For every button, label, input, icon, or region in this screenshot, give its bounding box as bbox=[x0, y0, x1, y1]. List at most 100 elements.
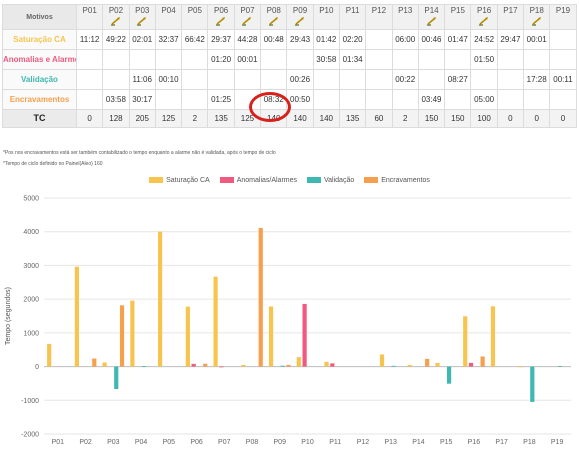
table-cell: 29:43 bbox=[286, 29, 314, 50]
table-cell bbox=[365, 29, 393, 50]
wrench-icon bbox=[472, 16, 496, 26]
column-header-p16: P16 bbox=[470, 4, 498, 30]
legend-item[interactable]: Saturação CA bbox=[149, 177, 210, 184]
legend-label: Encravamentos bbox=[381, 177, 430, 184]
legend-swatch bbox=[149, 177, 164, 184]
table-cell: 11:12 bbox=[75, 29, 104, 50]
bar-p15-2 bbox=[446, 366, 452, 384]
table-row-validacao: Validação 11:06 00:10 00:26 00:22 08:27 17:28 0… bbox=[2, 69, 577, 90]
bar-p15-0 bbox=[435, 362, 440, 367]
tc-cell: 100 bbox=[470, 109, 498, 128]
column-code: P09 bbox=[292, 6, 308, 15]
bar-p13-2 bbox=[391, 365, 396, 367]
table-cell bbox=[102, 49, 130, 70]
bar-p14-0 bbox=[407, 365, 412, 367]
table-cell bbox=[154, 49, 183, 70]
legend-item[interactable]: Encravamentos bbox=[364, 177, 430, 184]
bar-p13-0 bbox=[379, 354, 385, 367]
x-tick-label: P11 bbox=[329, 439, 341, 446]
legend-item[interactable]: Anomalias/Alarmes bbox=[219, 177, 297, 184]
column-header-p03: P03 bbox=[128, 4, 156, 30]
empty-icon-slot bbox=[78, 16, 102, 26]
x-tick-label: P08 bbox=[246, 439, 259, 446]
table-cell bbox=[470, 69, 498, 90]
column-header-p15: P15 bbox=[444, 4, 472, 30]
bar-p08-3 bbox=[258, 227, 263, 367]
table-cell: 01:34 bbox=[338, 49, 367, 70]
table-cell bbox=[312, 89, 340, 110]
wrench-icon bbox=[235, 16, 259, 26]
table-cell: 00:01 bbox=[233, 49, 262, 70]
table-cell: 00:26 bbox=[286, 69, 314, 90]
legend-label: Saturação CA bbox=[166, 177, 210, 184]
bar-p11-1 bbox=[330, 363, 335, 367]
column-header-p17: P17 bbox=[496, 4, 525, 30]
column-code: P05 bbox=[187, 6, 202, 15]
bar-p03-2 bbox=[114, 366, 119, 390]
table-cell bbox=[417, 69, 446, 90]
table-cell bbox=[417, 49, 446, 70]
bar-p17-0 bbox=[490, 306, 496, 367]
y-tick-label: 1000 bbox=[23, 330, 39, 337]
tc-cell: 128 bbox=[102, 109, 130, 128]
wrench-icon bbox=[288, 16, 312, 26]
column-header-p02: P02 bbox=[102, 4, 130, 30]
legend-swatch bbox=[307, 177, 322, 184]
bar-p14-3 bbox=[425, 358, 430, 367]
table-cell: 29:37 bbox=[207, 29, 235, 50]
x-tick-label: P01 bbox=[52, 439, 65, 446]
bar-p16-0 bbox=[463, 316, 468, 367]
table-cell bbox=[444, 89, 472, 110]
chart-legend: Saturação CA Anomalias/Alarmes Validação En… bbox=[0, 177, 579, 184]
tc-cell: 2 bbox=[181, 109, 209, 128]
x-tick-label: P19 bbox=[551, 439, 564, 446]
legend-item[interactable]: Validação bbox=[307, 177, 354, 184]
x-tick-label: P16 bbox=[468, 439, 481, 446]
table-cell: 06:00 bbox=[391, 29, 419, 50]
wrench-icon bbox=[525, 16, 549, 26]
column-code: P08 bbox=[266, 6, 281, 15]
empty-icon-slot bbox=[367, 16, 391, 26]
note-encravamentos: *Pos nos encravamentos está ser também c… bbox=[3, 150, 276, 156]
table-cell bbox=[102, 69, 130, 90]
row-label: Validação bbox=[2, 69, 77, 90]
column-code: P10 bbox=[319, 6, 334, 15]
row-label: Encravamentos bbox=[2, 89, 77, 110]
wrench-icon bbox=[419, 16, 443, 26]
table-row-anomalias: Anomalias e Alarmes 01:20 00:01 30:58 01:34 0… bbox=[2, 49, 577, 70]
note-tempo-ciclo: *Tempo de ciclo definido no Painel(Aleo)… bbox=[3, 161, 103, 167]
column-code: P15 bbox=[450, 6, 465, 15]
table-cell: 01:47 bbox=[444, 29, 472, 50]
table-cell: 32:37 bbox=[154, 29, 183, 50]
table-cell: 02:20 bbox=[338, 29, 367, 50]
table-cell bbox=[549, 89, 577, 110]
bar-p18-0 bbox=[518, 366, 523, 368]
empty-icon-slot bbox=[340, 16, 364, 26]
column-code: P18 bbox=[529, 6, 544, 15]
legend-swatch bbox=[364, 177, 379, 184]
tc-cell: 150 bbox=[444, 109, 472, 128]
tc-cell: 0 bbox=[549, 109, 577, 128]
wrench-icon bbox=[130, 16, 154, 26]
tc-cell: 135 bbox=[338, 109, 367, 128]
x-tick-label: P02 bbox=[79, 439, 92, 446]
column-code: P01 bbox=[82, 6, 97, 15]
y-tick-label: 2000 bbox=[23, 297, 39, 304]
table-cell bbox=[207, 69, 235, 90]
bar-p16-1 bbox=[468, 362, 474, 367]
table-cell bbox=[233, 69, 262, 90]
empty-icon-slot bbox=[498, 16, 522, 26]
column-header-p06: P06 bbox=[207, 4, 235, 30]
table-cell: 00:48 bbox=[260, 29, 288, 50]
table-cell: 00:01 bbox=[523, 29, 551, 50]
table-cell: 24:52 bbox=[470, 29, 498, 50]
table-cell bbox=[312, 69, 340, 90]
x-tick-label: P07 bbox=[218, 439, 231, 446]
column-code: P12 bbox=[371, 6, 387, 15]
tc-cell: 60 bbox=[365, 109, 393, 128]
table-cell: 30:58 bbox=[312, 49, 340, 70]
empty-icon-slot bbox=[551, 16, 575, 26]
table-cell: 49:22 bbox=[102, 29, 130, 50]
column-header-p10: P10 bbox=[312, 4, 340, 30]
x-tick-label: P15 bbox=[440, 439, 453, 446]
